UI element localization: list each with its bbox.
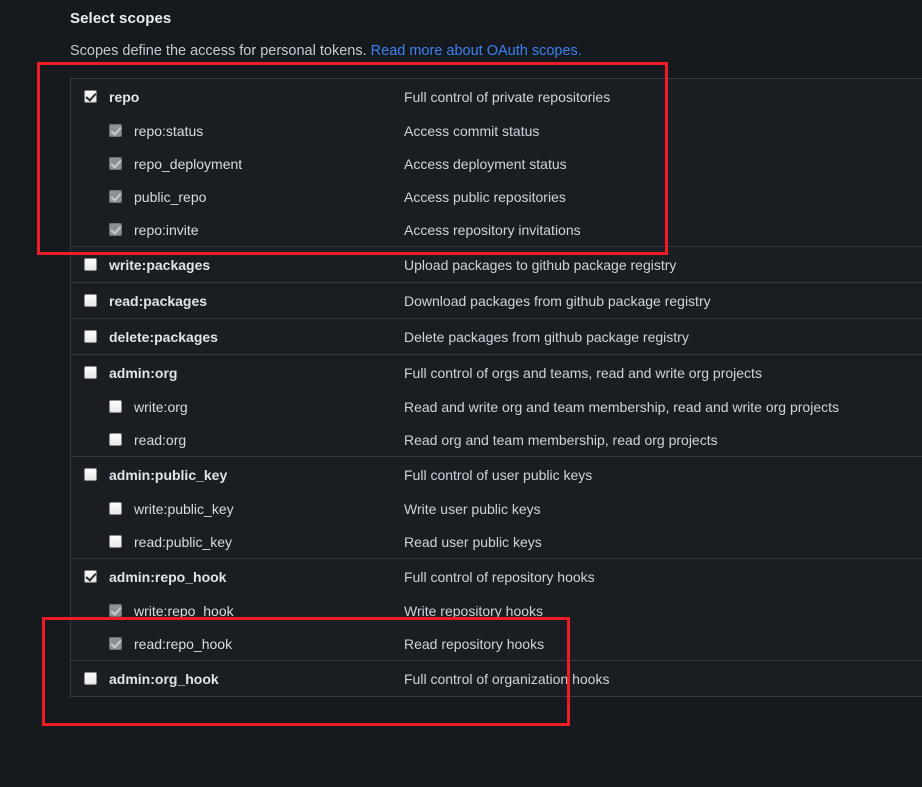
checkbox-admin-org-hook[interactable]	[84, 672, 97, 685]
scope-row-read-public-key[interactable]: read:public_key Read user public keys	[71, 525, 922, 558]
scope-row-admin-repo-hook[interactable]: admin:repo_hook Full control of repositor…	[71, 559, 922, 594]
scope-label[interactable]: public_repo	[134, 189, 206, 205]
checkbox-read-public-key[interactable]	[109, 535, 122, 548]
scopes-page: Select scopes Scopes define the access f…	[0, 0, 922, 787]
scope-row-admin-public-key[interactable]: admin:public_key Full control of user pub…	[71, 457, 922, 492]
scope-group-repo: repo Full control of private repositories…	[71, 79, 922, 247]
checkbox-write-packages[interactable]	[84, 258, 97, 271]
scope-label[interactable]: admin:public_key	[109, 467, 227, 483]
scope-label[interactable]: read:packages	[109, 293, 207, 309]
scope-row-write-repo-hook[interactable]: write:repo_hook Write repository hooks	[71, 594, 922, 627]
checkbox-write-public-key[interactable]	[109, 502, 122, 515]
scope-row-repo[interactable]: repo Full control of private repositories	[71, 79, 922, 114]
scope-description: Full control of private repositories	[404, 88, 611, 105]
scope-group-read-packages: read:packages Download packages from gith…	[71, 283, 922, 319]
scope-row-admin-org[interactable]: admin:org Full control of orgs and teams,…	[71, 355, 922, 390]
scope-label[interactable]: admin:org_hook	[109, 671, 219, 687]
scope-row-admin-org-hook[interactable]: admin:org_hook Full control of organizati…	[71, 661, 922, 696]
scope-row-read-repo-hook[interactable]: read:repo_hook Read repository hooks	[71, 627, 922, 660]
scope-row-read-org[interactable]: read:org Read org and team membership, re…	[71, 423, 922, 456]
scopes-description: Scopes define the access for personal to…	[70, 43, 582, 59]
checkbox-repo-deployment	[109, 157, 122, 170]
scope-group-delete-packages: delete:packages Delete packages from gith…	[71, 319, 922, 355]
scope-label[interactable]: write:packages	[109, 257, 210, 273]
scope-group-write-packages: write:packages Upload packages to github …	[71, 247, 922, 283]
checkbox-admin-org[interactable]	[84, 366, 97, 379]
scope-group-admin-org: admin:org Full control of orgs and teams,…	[71, 355, 922, 457]
checkbox-read-packages[interactable]	[84, 294, 97, 307]
scope-label[interactable]: write:repo_hook	[134, 603, 234, 619]
scope-description: Upload packages to github package regist…	[404, 256, 677, 273]
scope-description: Read repository hooks	[404, 635, 545, 652]
scopes-description-text: Scopes define the access for personal to…	[70, 43, 371, 59]
scope-label[interactable]: repo	[109, 89, 139, 105]
scope-label[interactable]: read:org	[134, 432, 186, 448]
scope-group-admin-org-hook: admin:org_hook Full control of organizati…	[71, 661, 922, 697]
scope-description: Write repository hooks	[404, 602, 544, 619]
scope-label[interactable]: admin:repo_hook	[109, 569, 226, 585]
checkbox-write-org[interactable]	[109, 400, 122, 413]
scopes-list: repo Full control of private repositories…	[70, 78, 922, 697]
scope-row-repo-invite[interactable]: repo:invite Access repository invitations	[71, 213, 922, 246]
scope-row-delete-packages[interactable]: delete:packages Delete packages from gith…	[71, 319, 922, 354]
scope-description: Access public repositories	[404, 188, 566, 205]
scope-label[interactable]: repo_deployment	[134, 156, 242, 172]
checkbox-admin-repo-hook[interactable]	[84, 570, 97, 583]
scope-row-write-org[interactable]: write:org Read and write org and team mem…	[71, 390, 922, 423]
scope-description: Full control of user public keys	[404, 466, 593, 483]
page-title: Select scopes	[70, 10, 172, 27]
scope-description: Download packages from github package re…	[404, 292, 711, 309]
scope-label[interactable]: admin:org	[109, 365, 177, 381]
scope-row-write-packages[interactable]: write:packages Upload packages to github …	[71, 247, 922, 282]
checkbox-read-org[interactable]	[109, 433, 122, 446]
scope-label[interactable]: repo:status	[134, 123, 203, 139]
oauth-scopes-link[interactable]: Read more about OAuth scopes.	[371, 43, 582, 59]
scope-label[interactable]: write:org	[134, 399, 188, 415]
scope-description: Full control of repository hooks	[404, 568, 595, 585]
checkbox-delete-packages[interactable]	[84, 330, 97, 343]
checkbox-write-repo-hook	[109, 604, 122, 617]
scope-description: Write user public keys	[404, 500, 541, 517]
scope-label[interactable]: read:public_key	[134, 534, 232, 550]
scope-description: Read user public keys	[404, 533, 542, 550]
checkbox-read-repo-hook	[109, 637, 122, 650]
scope-row-public-repo[interactable]: public_repo Access public repositories	[71, 180, 922, 213]
checkbox-admin-public-key[interactable]	[84, 468, 97, 481]
scope-row-read-packages[interactable]: read:packages Download packages from gith…	[71, 283, 922, 318]
scope-group-admin-repo-hook: admin:repo_hook Full control of repositor…	[71, 559, 922, 661]
scope-row-repo-deployment[interactable]: repo_deployment Access deployment status	[71, 147, 922, 180]
scope-description: Read org and team membership, read org p…	[404, 431, 718, 448]
checkbox-repo[interactable]	[84, 90, 97, 103]
scope-label[interactable]: delete:packages	[109, 329, 218, 345]
scope-description: Read and write org and team membership, …	[404, 398, 839, 415]
checkbox-public-repo	[109, 190, 122, 203]
scope-description: Full control of organization hooks	[404, 670, 610, 687]
scope-label[interactable]: read:repo_hook	[134, 636, 232, 652]
scope-label[interactable]: repo:invite	[134, 222, 199, 238]
scope-label[interactable]: write:public_key	[134, 501, 234, 517]
scope-description: Delete packages from github package regi…	[404, 328, 689, 345]
scope-row-write-public-key[interactable]: write:public_key Write user public keys	[71, 492, 922, 525]
scope-description: Access commit status	[404, 122, 540, 139]
scope-group-admin-public-key: admin:public_key Full control of user pub…	[71, 457, 922, 559]
checkbox-repo-invite	[109, 223, 122, 236]
scope-description: Access repository invitations	[404, 221, 581, 238]
scope-description: Access deployment status	[404, 155, 567, 172]
scope-row-repo-status[interactable]: repo:status Access commit status	[71, 114, 922, 147]
scope-description: Full control of orgs and teams, read and…	[404, 364, 762, 381]
checkbox-repo-status	[109, 124, 122, 137]
